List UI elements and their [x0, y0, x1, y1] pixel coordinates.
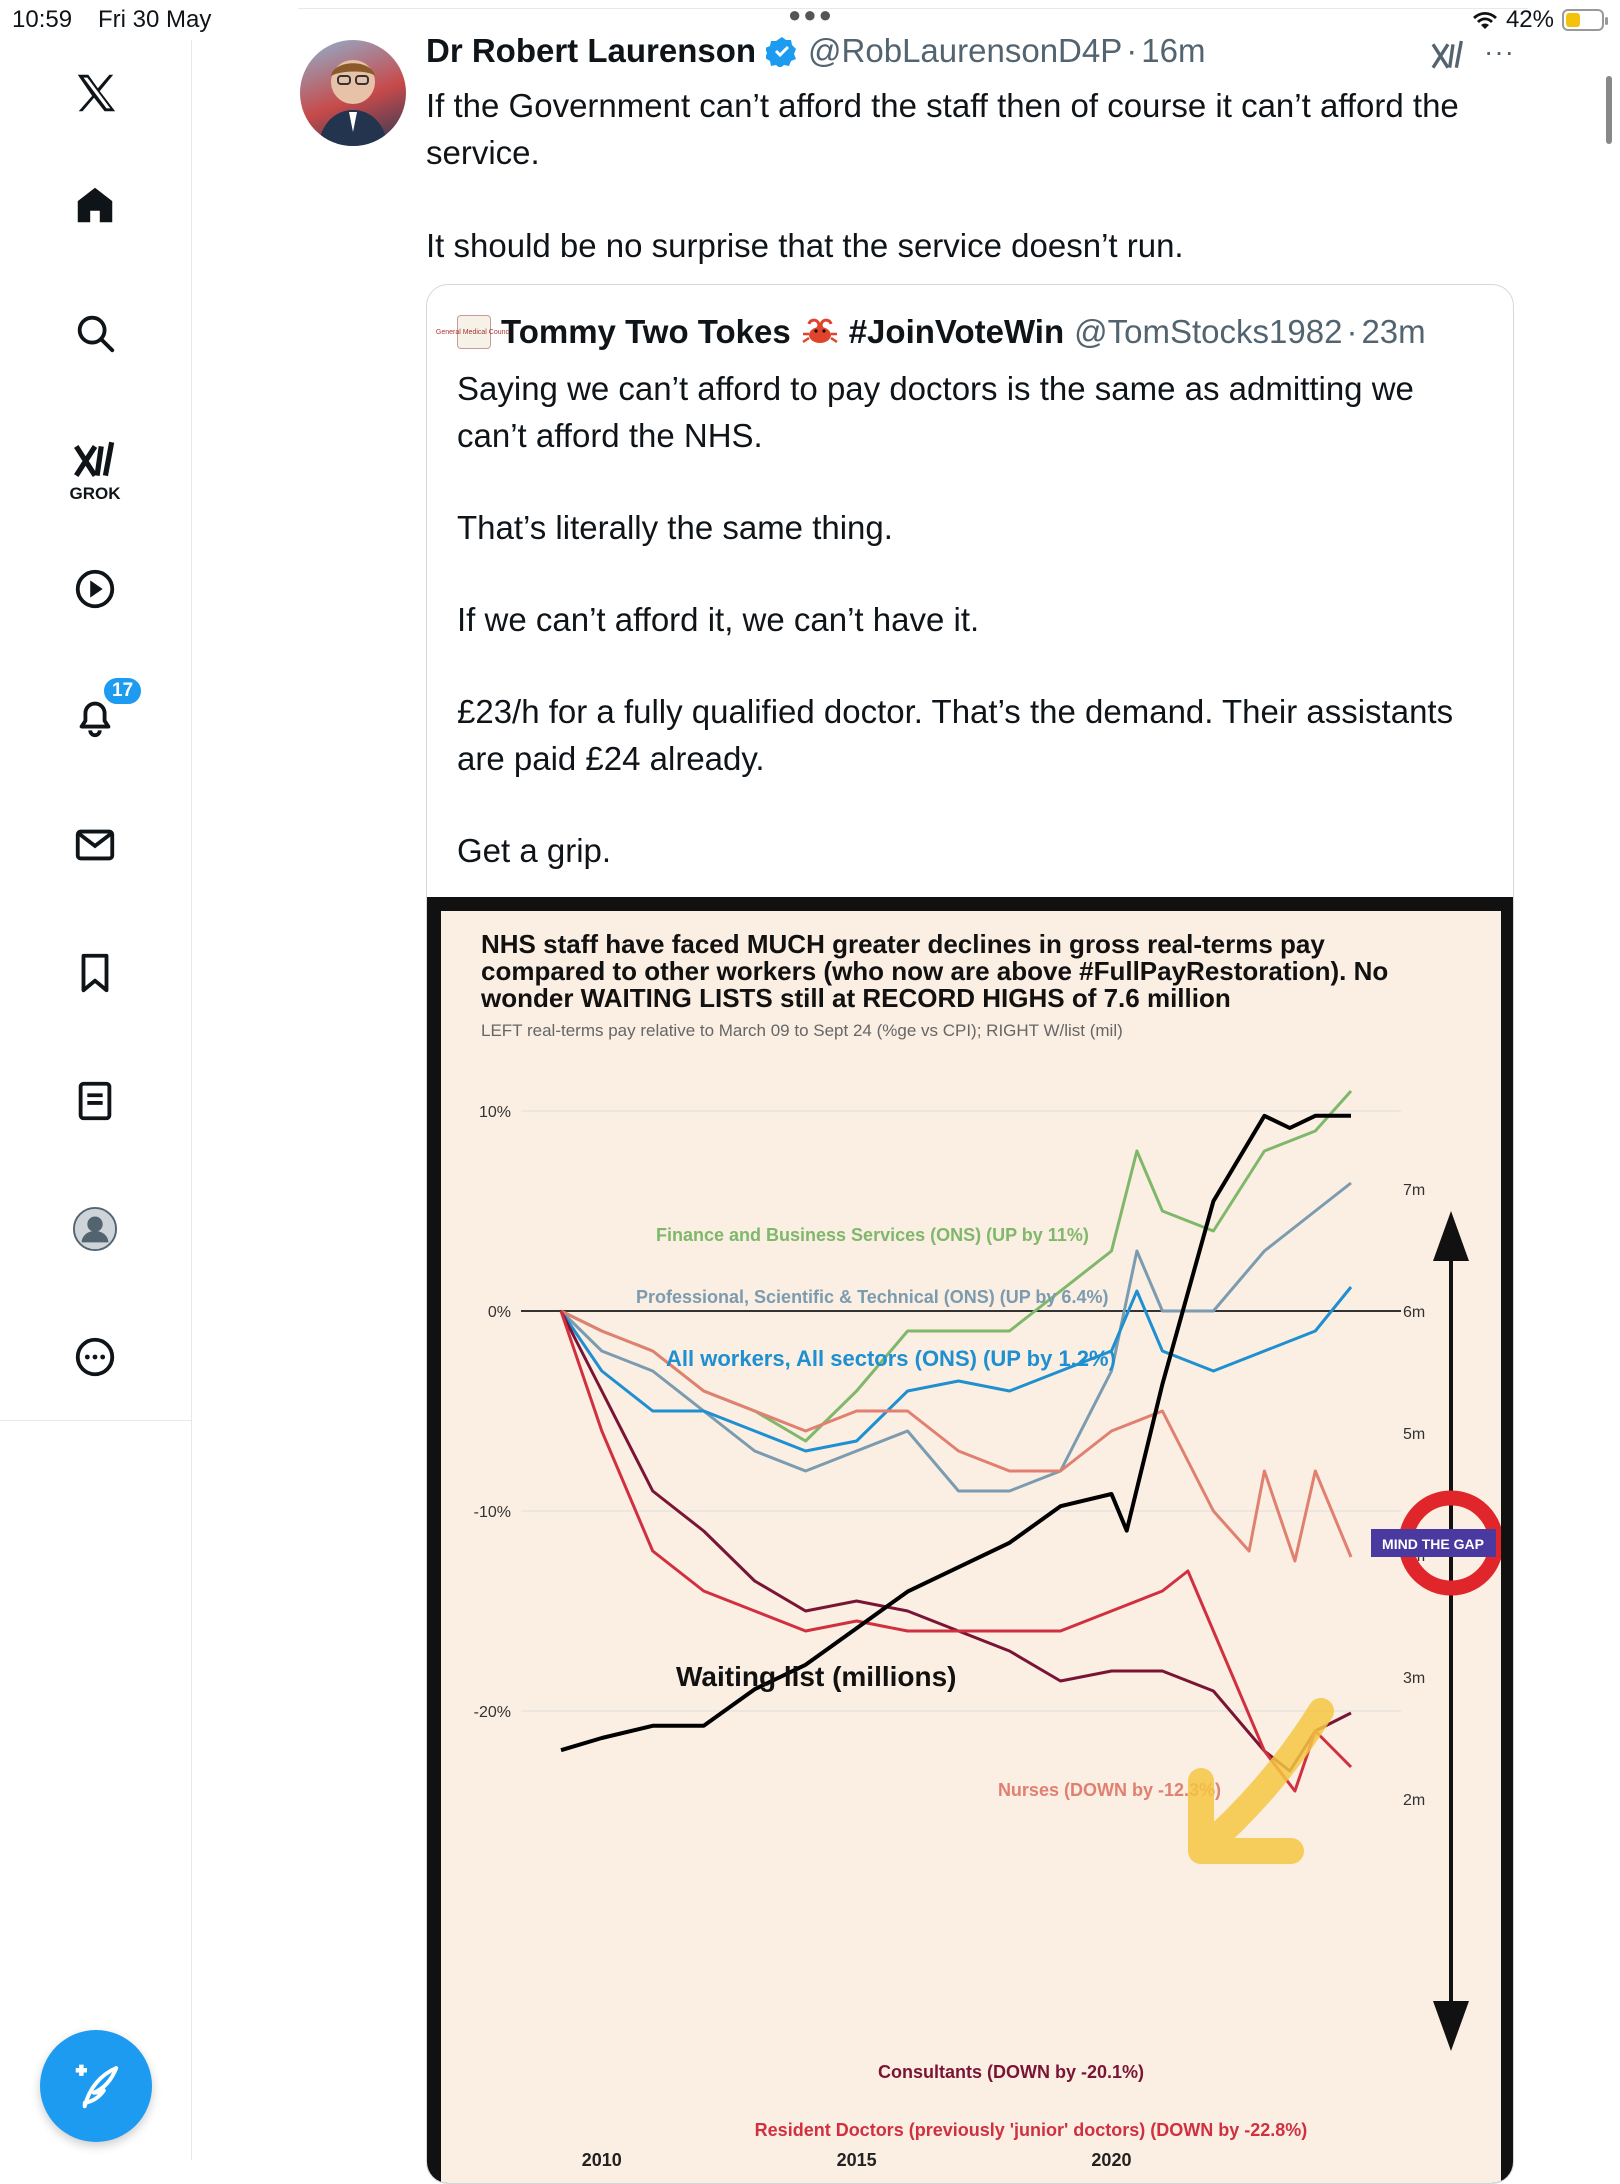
series-label: Resident Doctors (previously 'junior' do… [755, 2120, 1308, 2140]
grok-icon[interactable]: GROK [60, 424, 130, 516]
left-tick-label: -10% [474, 1504, 511, 1521]
more-icon[interactable] [60, 1322, 130, 1392]
x-tick-label: 2015 [837, 2150, 877, 2170]
quote-author-name: Tommy Two Tokes [501, 313, 791, 350]
arrow-head-up [1433, 1211, 1469, 1261]
series-line [560, 1090, 1353, 1443]
right-tick-label: 5m [1403, 1426, 1425, 1443]
left-tick-label: 0% [488, 1304, 511, 1321]
series-label: Professional, Scientific & Technical (ON… [636, 1287, 1108, 1307]
compose-icon [75, 2064, 119, 2109]
series-label: Consultants (DOWN by -20.1%) [878, 2062, 1144, 2082]
notification-badge: 17 [102, 676, 144, 706]
more-options-icon[interactable]: ··· [1484, 36, 1515, 68]
series-label: Finance and Business Services (ONS) (UP … [656, 1225, 1089, 1245]
waiting-list-label: Waiting list (millions) [676, 1661, 957, 1692]
arrow-head-down [1433, 2001, 1469, 2051]
tweet-paragraph: If the Government can’t afford the staff… [426, 87, 1459, 171]
grok-explain-icon[interactable] [1428, 36, 1468, 76]
quote-paragraph: Get a grip. [457, 832, 612, 869]
status-time: 10:59 [12, 6, 73, 33]
quote-time: 23m [1361, 313, 1426, 350]
quote-paragraph: If we can’t afford it, we can’t have it. [457, 601, 980, 638]
series-line [560, 1113, 1351, 1753]
quote-paragraph: Saying we can’t afford to pay doctors is… [457, 370, 1414, 454]
notifications-icon[interactable]: 17 [60, 676, 144, 752]
battery-fill [1566, 13, 1581, 27]
x-tick-label: 2010 [582, 2150, 622, 2170]
compose-button[interactable] [40, 2030, 152, 2142]
quote-paragraph: That’s literally the same thing. [457, 509, 893, 546]
quote-text: Saying we can’t afford to pay doctors is… [457, 365, 1477, 919]
tweet-paragraph: It should be no surprise that the servic… [426, 227, 1184, 264]
left-tick-label: 10% [479, 1104, 511, 1121]
tweet-text: If the Government can’t afford the staff… [426, 82, 1486, 315]
separator-dot: · [1126, 32, 1138, 69]
x-logo-icon[interactable] [60, 58, 130, 128]
quote-avatar[interactable]: General Medical Council [436, 315, 512, 349]
sidebar-divider [0, 1420, 192, 1421]
multitask-dots-icon[interactable]: ●●● [788, 2, 834, 28]
home-icon[interactable] [60, 170, 130, 240]
battery-percent: 42% [1505, 6, 1554, 33]
series-label: Nurses (DOWN by -12.3%) [998, 1780, 1221, 1800]
x-tick-label: 2020 [1091, 2150, 1131, 2170]
right-tick-label: 3m [1403, 1670, 1425, 1687]
status-date: Fri 30 May [98, 6, 212, 33]
messages-icon[interactable] [60, 810, 130, 880]
scrollbar[interactable] [1606, 76, 1612, 144]
chart-panel: NHS staff have faced MUCH greater declin… [441, 911, 1501, 2183]
bookmarks-icon[interactable] [60, 938, 130, 1008]
search-icon[interactable] [60, 298, 130, 368]
tweet-header: Dr Robert Laurenson @RobLaurensonD4P · 16m [426, 32, 1205, 70]
quoted-tweet[interactable]: General Medical Council Tommy Two Tokes … [426, 284, 1514, 2184]
separator-dot: · [1346, 313, 1358, 350]
avatar[interactable] [300, 40, 406, 146]
left-tick-label: -20% [474, 1704, 511, 1721]
battery-icon [1562, 9, 1608, 31]
profile-icon[interactable] [60, 1194, 130, 1264]
series-label: All workers, All sectors (ONS) (UP by 1.… [666, 1346, 1116, 1371]
chart-plot: 10%0%-10%-20%7m6m5m4m3m2m201020152020Fin… [474, 1090, 1501, 2170]
quote-header: General Medical Council Tommy Two Tokes … [436, 313, 1426, 351]
author-name[interactable]: Dr Robert Laurenson [426, 32, 756, 70]
grok-label: GROK [69, 484, 121, 503]
author-handle[interactable]: @RobLaurensonD4P [808, 32, 1122, 70]
quote-handle: @TomStocks1982 [1074, 313, 1343, 350]
wifi-icon [1472, 12, 1497, 29]
right-tick-label: 6m [1403, 1304, 1425, 1321]
video-icon[interactable] [60, 554, 130, 624]
quote-paragraph: £23/h for a fully qualified doctor. That… [457, 693, 1454, 777]
lists-icon[interactable] [60, 1066, 130, 1136]
tweet-time[interactable]: 16m [1141, 32, 1205, 70]
crab-emoji-icon [802, 318, 838, 344]
chart-image[interactable]: NHS staff have faced MUCH greater declin… [427, 897, 1513, 2183]
right-tick-label: 2m [1403, 1792, 1425, 1809]
mind-the-gap-label: MIND THE GAP [1382, 1536, 1484, 1552]
quote-hashtag: #JoinVoteWin [848, 313, 1065, 350]
verified-badge-icon [766, 37, 797, 67]
status-indicators: 42% [1472, 6, 1608, 34]
sidebar-nav: GROK 17 [0, 40, 192, 2160]
right-tick-label: 7m [1403, 1182, 1425, 1199]
tweet-divider [298, 8, 1528, 9]
